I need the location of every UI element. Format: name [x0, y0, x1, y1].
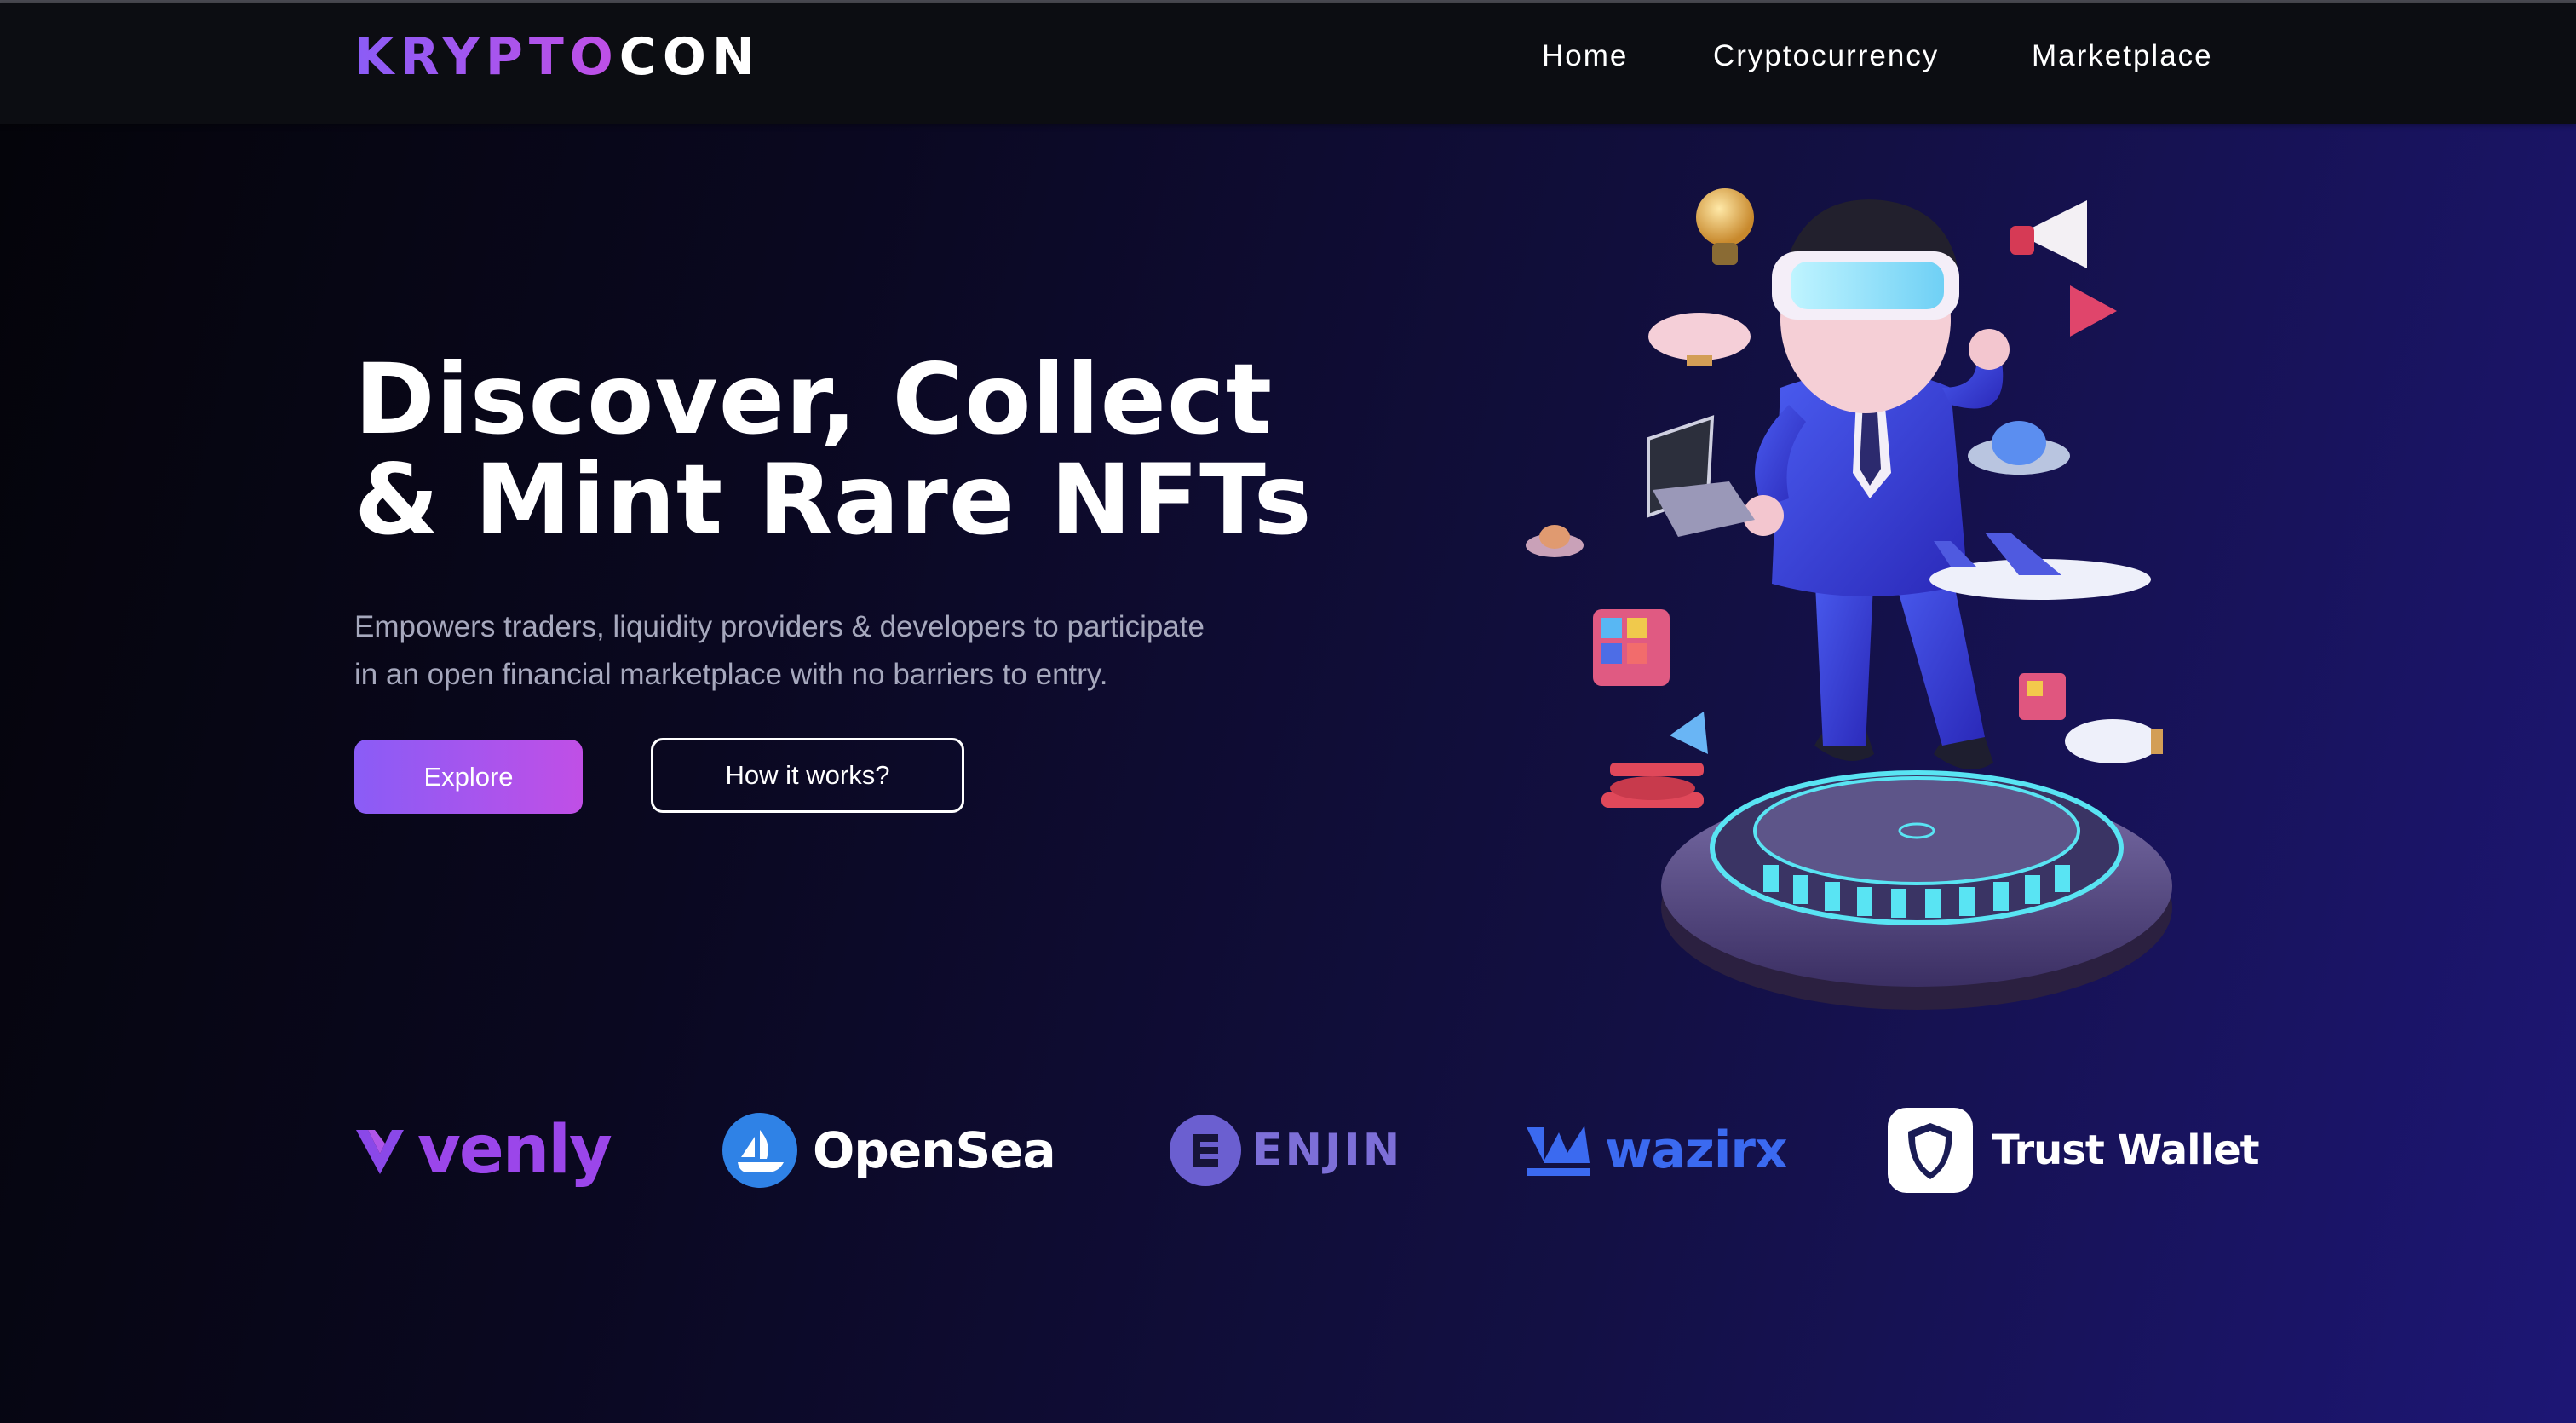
vr-character: [1743, 199, 2010, 769]
enjin-e-icon: [1170, 1115, 1241, 1186]
brand-logo[interactable]: KRYPTOCON: [354, 26, 761, 88]
hero-title: Discover, Collect & Mint Rare NFTs: [354, 349, 1377, 550]
hero-title-line2: & Mint Rare NFTs: [354, 443, 1313, 556]
biplane-icon: [1601, 763, 1704, 808]
opensea-logo-text: OpenSea: [813, 1121, 1056, 1179]
partner-enjin[interactable]: ENJIN: [1169, 1103, 1402, 1197]
laptop-icon: [1647, 415, 1755, 537]
wazirx-icon: [1527, 1126, 1590, 1176]
venly-v-icon: [356, 1130, 404, 1174]
triangle-blue: [1670, 712, 1708, 754]
hero-illustration: [1526, 188, 2172, 1010]
partner-opensea[interactable]: OpenSea: [722, 1103, 1056, 1197]
small-ufo-icon: [1526, 525, 1584, 557]
enjin-logo-text: ENJIN: [1252, 1125, 1403, 1176]
how-it-works-button[interactable]: How it works?: [651, 738, 964, 813]
navbar: KRYPTOCON Home Cryptocurrency Marketplac…: [0, 3, 2576, 124]
trust-wallet-logo-text: Trust Wallet: [1992, 1126, 2260, 1174]
venly-logo-text: venly: [417, 1112, 612, 1189]
partner-trust-wallet[interactable]: Trust Wallet: [1888, 1103, 2260, 1197]
logo-part-con: CON: [618, 27, 762, 87]
megaphone-icon: [2010, 200, 2087, 268]
triangle-red: [2070, 285, 2117, 337]
blimp-icon: [1648, 313, 1751, 366]
shield-icon: [1888, 1108, 1973, 1193]
logo-part-krypto: KRYPTO: [354, 27, 619, 87]
hero-title-line1: Discover, Collect: [354, 343, 1274, 456]
partner-venly[interactable]: venly: [354, 1103, 612, 1197]
partner-wazirx[interactable]: wazirx: [1525, 1103, 1788, 1197]
lightbulb-icon: [1696, 188, 1754, 265]
opensea-boat-icon: [722, 1113, 797, 1188]
platform: [1661, 770, 2172, 1010]
nav-cryptocurrency[interactable]: Cryptocurrency: [1713, 37, 1939, 76]
hero-description-line2: in an open financial marketplace with no…: [354, 658, 1108, 691]
small-cube-icon: [2019, 673, 2066, 720]
ufo-icon: [1968, 421, 2070, 475]
nav-home[interactable]: Home: [1542, 37, 1628, 76]
hero-description-line1: Empowers traders, liquidity providers & …: [354, 610, 1205, 643]
small-blimp-icon: [2065, 719, 2163, 763]
nav-marketplace[interactable]: Marketplace: [2032, 37, 2213, 76]
hero-description: Empowers traders, liquidity providers & …: [354, 603, 1377, 699]
wazirx-logo-text: wazirx: [1605, 1121, 1788, 1180]
explore-button[interactable]: Explore: [354, 740, 583, 814]
rubiks-cube-icon: [1593, 609, 1670, 686]
